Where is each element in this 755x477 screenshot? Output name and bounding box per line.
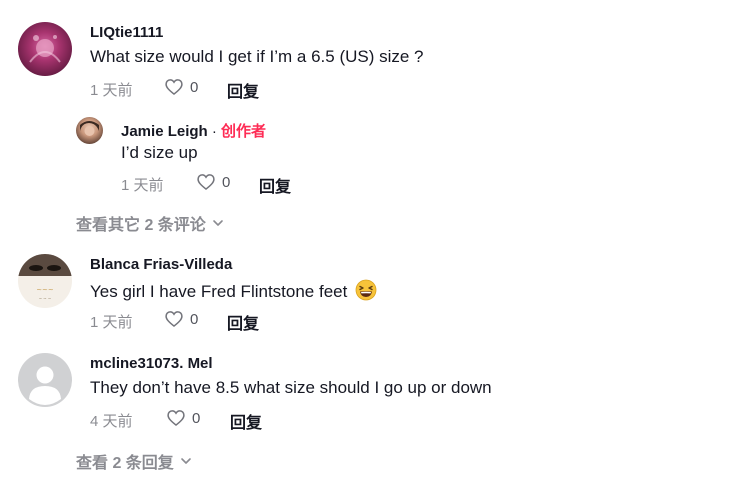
comment-timestamp: 4 天前 <box>90 413 133 430</box>
comment-text: They don’t have 8.5 what size should I g… <box>90 378 492 397</box>
chevron-down-icon <box>180 458 191 464</box>
reply-button[interactable]: 回复 <box>230 409 262 433</box>
reply-button[interactable]: 回复 <box>227 78 259 102</box>
heart-outline-icon <box>167 410 185 427</box>
view-more-label: 查看 2 条回复 <box>76 455 174 472</box>
like-button[interactable]: 0 <box>164 77 198 97</box>
svg-text:~ ~ ~: ~ ~ ~ <box>39 296 52 301</box>
username-separator: · <box>207 123 222 140</box>
comment-timestamp: 1 天前 <box>90 82 133 99</box>
avatar[interactable] <box>18 353 72 407</box>
comment-username[interactable]: LIQtie1111 <box>90 24 163 41</box>
comment-username: Jamie Leigh · 创作者 <box>121 120 266 141</box>
view-more-replies-button[interactable]: 查看 2 条回复 <box>76 449 192 473</box>
grinning-squinting-face-emoji <box>355 279 377 306</box>
reply-button[interactable]: 回复 <box>259 173 291 197</box>
avatar[interactable] <box>76 117 103 144</box>
like-button[interactable]: 0 <box>166 408 200 428</box>
like-count: 0 <box>190 78 199 96</box>
comment-text: I’d size up <box>121 143 198 162</box>
svg-text:~~~: ~~~ <box>36 286 54 294</box>
reply-button[interactable]: 回复 <box>227 310 259 334</box>
like-count: 0 <box>192 409 201 427</box>
like-button[interactable]: 0 <box>164 309 198 329</box>
comment-username[interactable]: mcline31073. Mel <box>90 355 213 372</box>
heart-outline-icon <box>165 79 183 96</box>
chevron-down-icon <box>212 220 223 226</box>
comment-timestamp: 1 天前 <box>121 177 164 194</box>
like-button[interactable]: 0 <box>196 172 230 192</box>
like-count: 0 <box>222 173 231 191</box>
creator-badge: 创作者 <box>221 123 267 140</box>
heart-outline-icon <box>165 311 183 328</box>
comment-text-content: Yes girl I have Fred Flintstone feet <box>90 281 348 301</box>
heart-outline-icon <box>197 174 215 191</box>
like-count: 0 <box>190 310 199 328</box>
avatar[interactable]: ~~~ ~ ~ ~ <box>18 254 72 308</box>
comment-username[interactable]: Blanca Frias-Villeda <box>90 256 232 273</box>
comment-text: Yes girl I have Fred Flintstone feet <box>90 279 377 306</box>
avatar[interactable] <box>18 22 72 76</box>
default-avatar-icon <box>29 366 61 405</box>
view-more-label: 查看其它 2 条评论 <box>76 217 206 234</box>
reply-username[interactable]: Jamie Leigh <box>121 123 208 140</box>
comment-timestamp: 1 天前 <box>90 314 133 331</box>
comment-text: What size would I get if I’m a 6.5 (US) … <box>90 47 424 66</box>
view-more-replies-button[interactable]: 查看其它 2 条评论 <box>76 211 224 235</box>
